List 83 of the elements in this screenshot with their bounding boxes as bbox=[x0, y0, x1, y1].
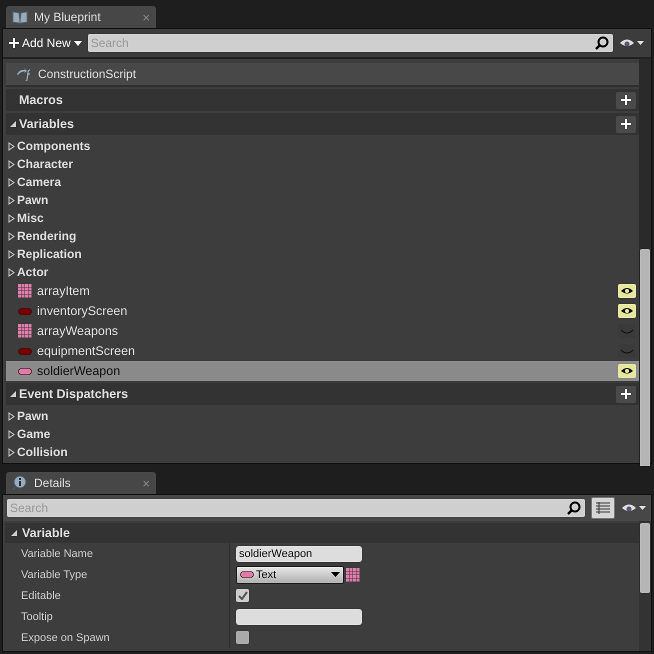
caret-icon bbox=[331, 572, 340, 577]
variable-item[interactable]: soldierWeapon bbox=[6, 361, 639, 381]
plus-icon bbox=[621, 95, 631, 105]
search-icon[interactable] bbox=[595, 36, 609, 50]
search-icon[interactable] bbox=[567, 501, 581, 515]
eye-open-icon[interactable] bbox=[618, 304, 636, 318]
category-item[interactable]: Components bbox=[17, 139, 90, 153]
info-icon bbox=[12, 475, 28, 491]
type-dropdown[interactable]: Text bbox=[236, 566, 344, 584]
eye-open-icon[interactable] bbox=[618, 284, 636, 298]
function-item[interactable]: ConstructionScript bbox=[6, 63, 639, 87]
property-label: Variable Name bbox=[5, 543, 230, 564]
expanded-arrow-icon[interactable] bbox=[9, 120, 17, 128]
text-field[interactable]: soldierWeapon bbox=[236, 546, 362, 562]
property-label: Tooltip bbox=[5, 606, 230, 627]
section-title: Macros bbox=[19, 93, 63, 107]
category-item[interactable]: Misc bbox=[17, 211, 44, 225]
tab-title: Details bbox=[34, 476, 72, 490]
property-label: Editable bbox=[5, 585, 230, 606]
collapsed-arrow-icon[interactable] bbox=[8, 448, 15, 456]
text-field[interactable] bbox=[236, 608, 362, 624]
category-item[interactable]: Pawn bbox=[17, 193, 48, 207]
array-toggle-icon[interactable] bbox=[346, 568, 360, 582]
category-item[interactable]: Camera bbox=[17, 175, 62, 189]
category-item[interactable]: Collision bbox=[17, 445, 68, 459]
section-title: Variable bbox=[22, 526, 70, 540]
add-button[interactable] bbox=[616, 116, 636, 132]
variable-name: inventoryScreen bbox=[37, 304, 128, 318]
variable-name: equipmentScreen bbox=[37, 344, 135, 358]
category-item[interactable]: Pawn bbox=[17, 409, 48, 423]
property-label: Expose on Spawn bbox=[5, 627, 230, 648]
expanded-arrow-icon[interactable] bbox=[10, 529, 18, 537]
variable-name: arrayItem bbox=[37, 284, 90, 298]
category-item[interactable]: Game bbox=[17, 427, 50, 441]
check-icon bbox=[238, 591, 248, 600]
category-item[interactable]: Actor bbox=[17, 265, 48, 279]
plus-icon bbox=[9, 38, 19, 48]
collapsed-arrow-icon[interactable] bbox=[8, 160, 15, 168]
eye-dropdown-icon[interactable] bbox=[619, 37, 645, 49]
section-title: Variables bbox=[19, 117, 74, 131]
plus-icon bbox=[621, 389, 631, 399]
section-title: Event Dispatchers bbox=[19, 387, 128, 401]
variable-name: soldierWeapon bbox=[37, 364, 120, 378]
checkbox[interactable] bbox=[236, 631, 249, 644]
collapsed-arrow-icon[interactable] bbox=[8, 196, 15, 204]
property-label: Variable Type bbox=[5, 564, 230, 585]
section-header[interactable]: Macros bbox=[6, 89, 639, 111]
category-item[interactable]: Character bbox=[17, 157, 74, 171]
plus-icon bbox=[621, 119, 631, 129]
section-header[interactable]: Variables bbox=[6, 113, 639, 135]
category-item[interactable]: Rendering bbox=[17, 229, 76, 243]
variable-item[interactable]: arrayItem bbox=[6, 281, 639, 301]
eye-open-icon[interactable] bbox=[618, 364, 636, 378]
collapsed-arrow-icon[interactable] bbox=[8, 232, 15, 240]
variable-item[interactable]: arrayWeapons bbox=[6, 321, 639, 341]
expanded-arrow-icon[interactable] bbox=[9, 390, 17, 398]
add-new-button[interactable]: Add New bbox=[9, 36, 82, 50]
variable-item[interactable]: inventoryScreen bbox=[6, 301, 639, 321]
caret-icon bbox=[74, 40, 82, 46]
add-button[interactable] bbox=[616, 92, 636, 108]
eye-dropdown-icon[interactable] bbox=[621, 502, 647, 514]
list-icon bbox=[596, 502, 610, 514]
panel-tab[interactable]: My Blueprint × bbox=[6, 6, 156, 28]
collapsed-arrow-icon[interactable] bbox=[8, 430, 15, 438]
function-name: ConstructionScript bbox=[38, 67, 136, 81]
book-icon bbox=[12, 10, 28, 24]
collapsed-arrow-icon[interactable] bbox=[8, 142, 15, 150]
panel-tab[interactable]: Details × bbox=[6, 472, 156, 494]
collapsed-arrow-icon[interactable] bbox=[8, 268, 15, 276]
variable-item[interactable]: equipmentScreen bbox=[6, 341, 639, 361]
scrollbar-thumb[interactable] bbox=[640, 523, 650, 593]
category-item[interactable]: Replication bbox=[17, 247, 82, 261]
variable-name: arrayWeapons bbox=[37, 324, 118, 338]
collapsed-arrow-icon[interactable] bbox=[8, 214, 15, 222]
tab-title: My Blueprint bbox=[34, 10, 102, 24]
collapsed-arrow-icon[interactable] bbox=[8, 412, 15, 420]
collapsed-arrow-icon[interactable] bbox=[8, 250, 15, 258]
section-header[interactable]: Variable bbox=[5, 523, 639, 543]
checkbox[interactable] bbox=[236, 589, 249, 602]
list-view-button[interactable] bbox=[591, 497, 615, 519]
add-button[interactable] bbox=[616, 386, 636, 402]
section-header[interactable]: Event Dispatchers bbox=[6, 383, 639, 405]
collapsed-arrow-icon[interactable] bbox=[8, 178, 15, 186]
